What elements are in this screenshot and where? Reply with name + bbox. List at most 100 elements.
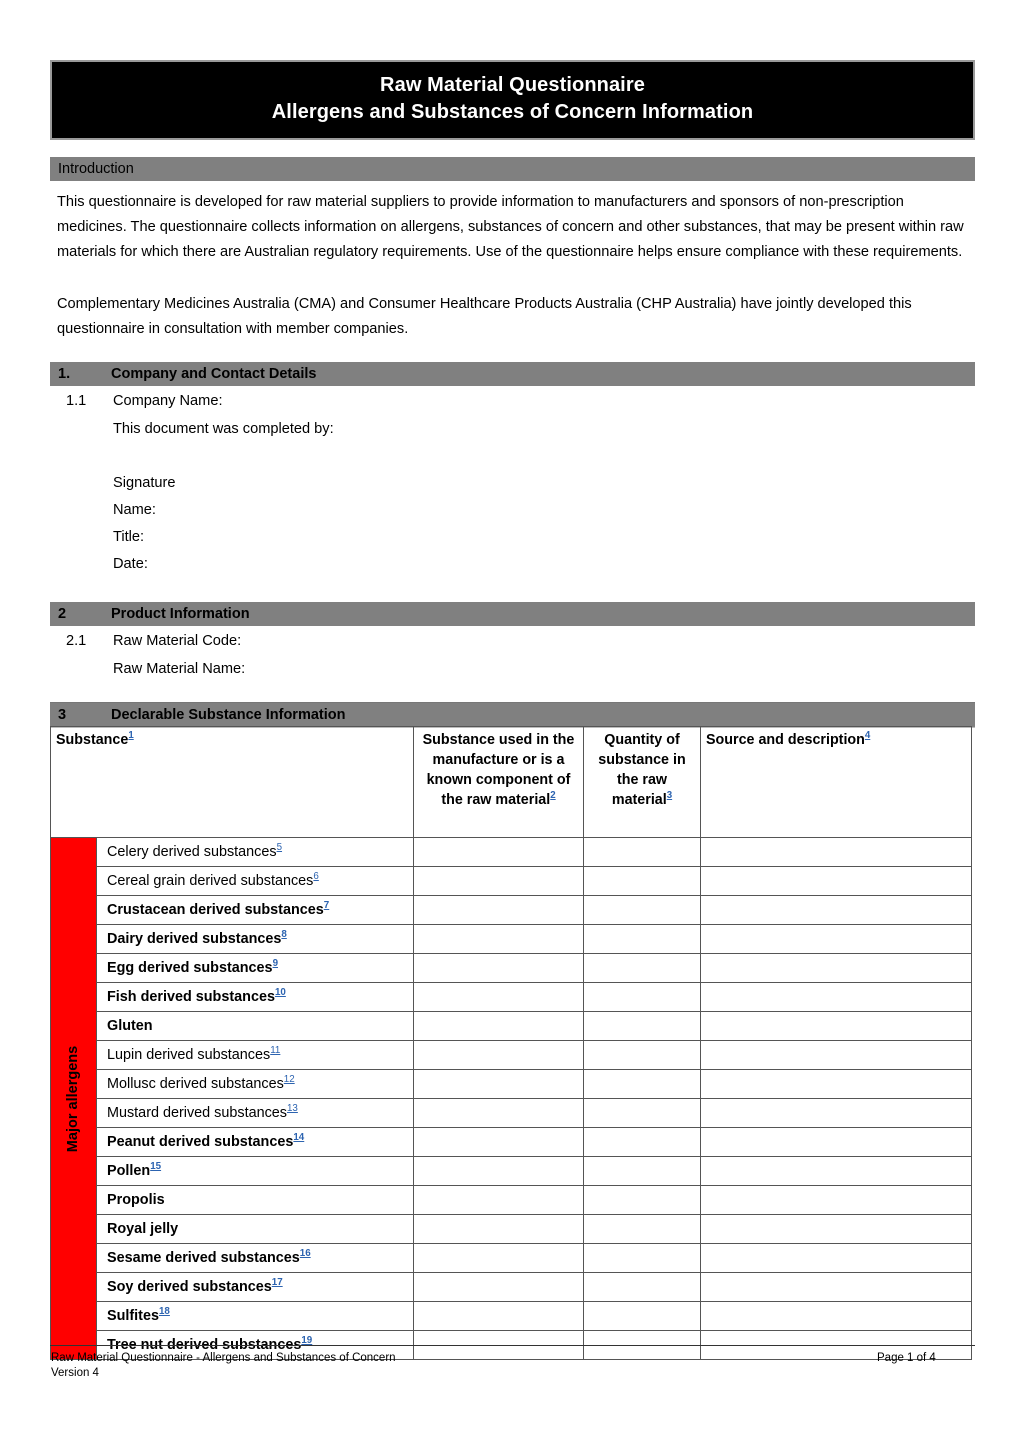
used-in-manufacture-cell[interactable] (413, 1214, 584, 1244)
quantity-cell[interactable] (583, 837, 701, 867)
source-description-cell[interactable] (700, 924, 972, 954)
footer-version: Version 4 (51, 1367, 99, 1379)
substance-name-cell: Royal jelly (96, 1214, 414, 1244)
footnote-ref-12[interactable]: 12 (284, 1074, 295, 1085)
footnote-ref-13[interactable]: 13 (287, 1103, 298, 1114)
footnote-ref-17[interactable]: 17 (272, 1277, 283, 1288)
used-in-manufacture-cell[interactable] (413, 1301, 584, 1331)
introduction-heading-bar: Introduction (50, 157, 975, 181)
used-in-manufacture-cell[interactable] (413, 866, 584, 896)
footnote-ref-6[interactable]: 6 (313, 871, 318, 882)
table-header-row: Substance1 Substance used in the manufac… (50, 726, 972, 838)
substance-name-cell: Celery derived substances5 (96, 837, 414, 867)
used-in-manufacture-cell[interactable] (413, 924, 584, 954)
section-1-item-number: 1.1 (66, 393, 87, 409)
source-description-cell[interactable] (700, 1011, 972, 1041)
source-description-cell[interactable] (700, 1185, 972, 1215)
footnote-ref-9[interactable]: 9 (273, 958, 278, 969)
used-in-manufacture-cell[interactable] (413, 1243, 584, 1273)
footnote-ref-11[interactable]: 11 (270, 1045, 280, 1056)
source-description-cell[interactable] (700, 895, 972, 925)
used-in-manufacture-cell[interactable] (413, 1127, 584, 1157)
quantity-cell[interactable] (583, 1098, 701, 1128)
table-row: Lupin derived substances11 (51, 1040, 972, 1070)
footer-divider (50, 1345, 975, 1346)
footnote-ref-3[interactable]: 3 (667, 790, 672, 801)
quantity-cell[interactable] (583, 953, 701, 983)
substance-name-label: Propolis (107, 1192, 165, 1208)
source-description-cell[interactable] (700, 1301, 972, 1331)
section-2-heading-bar: 2 Product Information (50, 602, 975, 626)
source-description-cell[interactable] (700, 837, 972, 867)
document-title-block: Raw Material Questionnaire Allergens and… (50, 60, 975, 140)
used-in-manufacture-cell[interactable] (413, 982, 584, 1012)
section-1-heading-label: Company and Contact Details (111, 366, 317, 382)
column-header-quantity: Quantity of substance in the raw materia… (583, 726, 701, 838)
substance-name-label: Cereal grain derived substances (107, 873, 314, 889)
substance-name-label: Sesame derived substances (107, 1250, 300, 1266)
substance-name-cell: Cereal grain derived substances6 (96, 866, 414, 896)
used-in-manufacture-cell[interactable] (413, 1040, 584, 1070)
quantity-cell[interactable] (583, 1127, 701, 1157)
section-2-heading-label: Product Information (111, 606, 250, 622)
quantity-cell[interactable] (583, 866, 701, 896)
footnote-ref-1[interactable]: 1 (128, 730, 133, 741)
source-description-cell[interactable] (700, 1214, 972, 1244)
footnote-ref-15[interactable]: 15 (150, 1161, 161, 1172)
quantity-cell[interactable] (583, 1069, 701, 1099)
field-date: Date: (113, 556, 148, 572)
table-row: Fish derived substances10 (51, 982, 972, 1012)
used-in-manufacture-cell[interactable] (413, 837, 584, 867)
source-description-cell[interactable] (700, 1156, 972, 1186)
substance-name-cell: Peanut derived substances14 (96, 1127, 414, 1157)
quantity-cell[interactable] (583, 1011, 701, 1041)
used-in-manufacture-cell[interactable] (413, 1011, 584, 1041)
quantity-cell[interactable] (583, 1156, 701, 1186)
quantity-cell[interactable] (583, 982, 701, 1012)
source-description-cell[interactable] (700, 1098, 972, 1128)
used-in-manufacture-cell[interactable] (413, 895, 584, 925)
source-description-cell[interactable] (700, 1243, 972, 1273)
footnote-ref-7[interactable]: 7 (324, 900, 329, 911)
table-row: Sulfites18 (51, 1301, 972, 1331)
quantity-cell[interactable] (583, 924, 701, 954)
quantity-cell[interactable] (583, 1040, 701, 1070)
source-description-cell[interactable] (700, 982, 972, 1012)
footnote-ref-4[interactable]: 4 (865, 730, 870, 741)
footnote-ref-18[interactable]: 18 (159, 1306, 170, 1317)
footnote-ref-8[interactable]: 8 (281, 929, 286, 940)
source-description-cell[interactable] (700, 1272, 972, 1302)
declarable-substance-table: Substance1 Substance used in the manufac… (50, 726, 972, 1360)
field-name: Name: (113, 502, 156, 518)
source-description-cell[interactable] (700, 1069, 972, 1099)
substance-name-cell: Propolis (96, 1185, 414, 1215)
used-in-manufacture-cell[interactable] (413, 1272, 584, 1302)
quantity-cell[interactable] (583, 1185, 701, 1215)
used-in-manufacture-cell[interactable] (413, 1098, 584, 1128)
footnote-ref-16[interactable]: 16 (300, 1248, 311, 1259)
substance-name-label: Soy derived substances (107, 1279, 272, 1295)
footnote-ref-14[interactable]: 14 (293, 1132, 304, 1143)
source-description-cell[interactable] (700, 1040, 972, 1070)
major-allergens-band: Major allergens (50, 837, 97, 1360)
column-header-used-in-manufacture: Substance used in the manufacture or is … (413, 726, 584, 838)
quantity-cell[interactable] (583, 1272, 701, 1302)
field-raw-material-code: 2.1 Raw Material Code: (66, 629, 241, 654)
quantity-cell[interactable] (583, 895, 701, 925)
document-title-line-2: Allergens and Substances of Concern Info… (271, 101, 754, 123)
table-row: Crustacean derived substances7 (51, 895, 972, 925)
table-row: Mollusc derived substances12 (51, 1069, 972, 1099)
used-in-manufacture-cell[interactable] (413, 1185, 584, 1215)
source-description-cell[interactable] (700, 953, 972, 983)
quantity-cell[interactable] (583, 1214, 701, 1244)
source-description-cell[interactable] (700, 1127, 972, 1157)
footnote-ref-5[interactable]: 5 (277, 842, 282, 853)
used-in-manufacture-cell[interactable] (413, 953, 584, 983)
footnote-ref-10[interactable]: 10 (275, 987, 286, 998)
used-in-manufacture-cell[interactable] (413, 1069, 584, 1099)
source-description-cell[interactable] (700, 866, 972, 896)
footnote-ref-2[interactable]: 2 (550, 790, 555, 801)
quantity-cell[interactable] (583, 1243, 701, 1273)
used-in-manufacture-cell[interactable] (413, 1156, 584, 1186)
quantity-cell[interactable] (583, 1301, 701, 1331)
